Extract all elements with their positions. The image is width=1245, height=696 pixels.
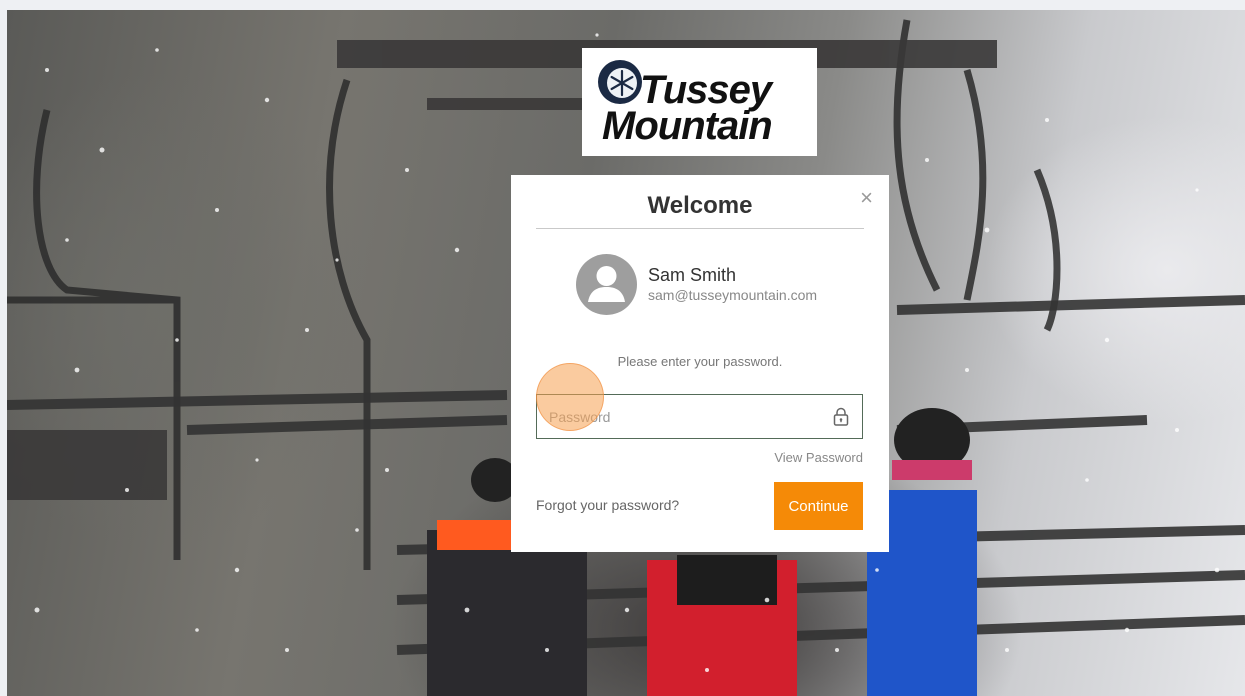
user-name: Sam Smith: [648, 265, 737, 285]
user-email: sam@tusseymountain.com: [648, 287, 818, 303]
view-password-link[interactable]: View Password: [774, 450, 863, 465]
dialog-title: Welcome: [647, 192, 753, 219]
user-avatar-icon: [576, 254, 637, 315]
lock-icon: [833, 407, 849, 431]
logo-text-line2: Mountain: [602, 104, 773, 148]
forgot-password-link[interactable]: Forgot your password?: [536, 497, 679, 513]
click-indicator: [536, 363, 604, 431]
continue-button[interactable]: Continue: [774, 482, 863, 530]
title-divider: [536, 228, 864, 229]
tussey-mountain-logo: Tussey Mountain: [582, 48, 817, 156]
